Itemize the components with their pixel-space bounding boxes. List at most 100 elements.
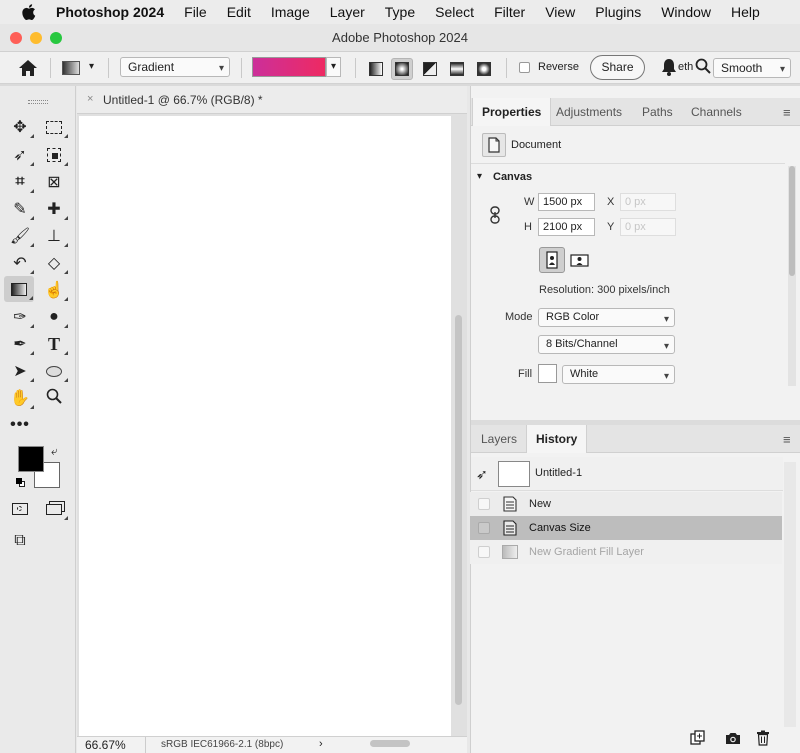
reflected-gradient-button[interactable] xyxy=(446,58,468,80)
history-panel-menu-icon[interactable]: ≡ xyxy=(783,432,791,447)
menu-edit[interactable]: Edit xyxy=(217,0,261,24)
menu-file[interactable]: File xyxy=(174,0,217,24)
eyedropper-tool[interactable]: ✎ xyxy=(5,196,35,222)
crop-tool[interactable]: ⌗ xyxy=(5,169,35,195)
width-field[interactable]: 1500 px xyxy=(538,193,595,211)
smudge-tool[interactable]: ☝ xyxy=(39,277,69,303)
default-colors-icon[interactable] xyxy=(16,478,25,487)
fill-select[interactable]: White ▾ xyxy=(562,365,675,384)
history-brush-source-icon[interactable]: ➶ xyxy=(476,466,488,483)
apple-icon[interactable] xyxy=(18,0,40,24)
tab-channels[interactable]: Channels xyxy=(682,98,751,126)
move-tool[interactable]: ✥ xyxy=(5,114,35,140)
type-tool[interactable]: T xyxy=(39,331,69,357)
clone-stamp-tool[interactable]: ⊥ xyxy=(39,223,69,249)
diamond-gradient-button[interactable] xyxy=(473,58,495,80)
y-field[interactable]: 0 px xyxy=(620,218,676,236)
vertical-scrollbar[interactable] xyxy=(455,315,462,705)
healing-brush-tool[interactable]: ✚ xyxy=(39,196,69,222)
tab-layers[interactable]: Layers xyxy=(472,425,526,453)
history-step-canvas-size[interactable]: Canvas Size xyxy=(470,516,782,540)
history-checkbox[interactable] xyxy=(478,498,490,510)
frame-tool[interactable]: ⊠ xyxy=(39,169,69,195)
search-icon[interactable] xyxy=(695,58,711,77)
menu-select[interactable]: Select xyxy=(425,0,484,24)
dodge-tool[interactable]: ✑ xyxy=(5,304,35,330)
gradient-fill-step-icon xyxy=(502,545,518,559)
hand-tool[interactable]: ✋ xyxy=(5,385,35,411)
history-step-gradient-fill[interactable]: New Gradient Fill Layer xyxy=(470,540,782,564)
close-document-icon[interactable]: × xyxy=(87,93,93,105)
menu-plugins[interactable]: Plugins xyxy=(585,0,651,24)
status-menu-chevron-icon[interactable]: › xyxy=(319,738,323,750)
trash-icon[interactable] xyxy=(756,730,770,749)
zoom-level[interactable]: 66.67% xyxy=(85,738,126,752)
chevron-down-icon[interactable]: ▾ xyxy=(89,61,94,72)
height-field[interactable]: 2100 px xyxy=(538,218,595,236)
share-button[interactable]: Share xyxy=(590,55,645,80)
method-select[interactable]: Smooth ▾ xyxy=(713,58,791,78)
link-dimensions-icon[interactable] xyxy=(489,206,501,227)
gradient-tool[interactable] xyxy=(4,276,34,302)
edit-toolbar-button[interactable]: ⧉ xyxy=(5,528,35,554)
tab-properties[interactable]: Properties xyxy=(472,98,552,126)
quick-mask-button[interactable] xyxy=(5,496,35,522)
history-step-new[interactable]: New xyxy=(470,492,782,516)
canvas[interactable] xyxy=(79,116,451,736)
properties-scrollbar-thumb[interactable] xyxy=(789,166,795,276)
portrait-orientation-button[interactable] xyxy=(539,247,565,273)
path-selection-tool[interactable]: ➤ xyxy=(5,358,35,384)
marquee-tool[interactable] xyxy=(39,114,69,140)
gradient-swatch[interactable] xyxy=(252,57,326,77)
menu-layer[interactable]: Layer xyxy=(320,0,375,24)
foreground-color-swatch[interactable] xyxy=(18,446,44,472)
tab-adjustments[interactable]: Adjustments xyxy=(547,98,631,126)
angle-gradient-icon xyxy=(423,62,437,76)
menu-image[interactable]: Image xyxy=(261,0,320,24)
pen-tool-alt[interactable]: ● xyxy=(39,304,69,330)
swap-colors-icon[interactable]: ⤶ xyxy=(51,444,58,459)
bell-icon[interactable] xyxy=(661,58,677,79)
menu-filter[interactable]: Filter xyxy=(484,0,535,24)
menu-help[interactable]: Help xyxy=(721,0,770,24)
document-tab[interactable]: × Untitled-1 @ 66.7% (RGB/8) * xyxy=(77,86,467,114)
radial-gradient-button[interactable] xyxy=(391,58,413,80)
history-checkbox[interactable] xyxy=(478,546,490,558)
eraser-tool[interactable]: ◇ xyxy=(39,250,69,276)
gradient-picker-chevron-icon[interactable]: ▾ xyxy=(326,57,341,77)
more-tools-button[interactable]: ••• xyxy=(5,412,35,438)
x-field[interactable]: 0 px xyxy=(620,193,676,211)
gradient-preset-select[interactable]: Gradient ▾ xyxy=(120,57,230,77)
lasso-tool[interactable]: ➶ xyxy=(5,142,35,168)
tab-paths[interactable]: Paths xyxy=(633,98,682,126)
panel-menu-icon[interactable]: ≡ xyxy=(783,105,791,120)
horizontal-scrollbar[interactable] xyxy=(370,740,410,747)
tab-history[interactable]: History xyxy=(526,425,588,453)
linear-gradient-button[interactable] xyxy=(365,58,387,80)
menu-type[interactable]: Type xyxy=(375,0,425,24)
home-icon[interactable] xyxy=(18,59,38,80)
reverse-checkbox[interactable] xyxy=(519,62,530,73)
toolbar-grip[interactable] xyxy=(28,100,48,104)
zoom-tool[interactable] xyxy=(39,385,69,411)
window-title: Adobe Photoshop 2024 xyxy=(332,30,468,45)
menu-view[interactable]: View xyxy=(535,0,585,24)
history-checkbox[interactable] xyxy=(478,522,490,534)
pen-tool[interactable]: ✒ xyxy=(5,331,35,357)
angle-gradient-button[interactable] xyxy=(419,58,441,80)
bit-depth-select[interactable]: 8 Bits/Channel ▾ xyxy=(538,335,675,354)
menu-app-name[interactable]: Photoshop 2024 xyxy=(46,0,174,24)
ellipse-tool[interactable] xyxy=(39,358,69,384)
fill-color-swatch[interactable] xyxy=(538,364,557,383)
object-selection-tool[interactable] xyxy=(39,142,69,168)
camera-snapshot-icon[interactable] xyxy=(725,731,741,748)
landscape-orientation-button[interactable] xyxy=(568,248,592,272)
history-brush-tool[interactable]: ↶ xyxy=(5,250,35,276)
canvas-collapse-chevron-icon[interactable]: ▾ xyxy=(477,171,482,182)
new-document-from-state-icon[interactable] xyxy=(690,730,706,749)
mode-select[interactable]: RGB Color ▾ xyxy=(538,308,675,327)
gradient-tool-preset-icon[interactable] xyxy=(62,61,80,75)
screen-mode-button[interactable] xyxy=(39,496,69,522)
brush-tool[interactable]: 🖌 xyxy=(5,223,35,249)
menu-window[interactable]: Window xyxy=(651,0,721,24)
